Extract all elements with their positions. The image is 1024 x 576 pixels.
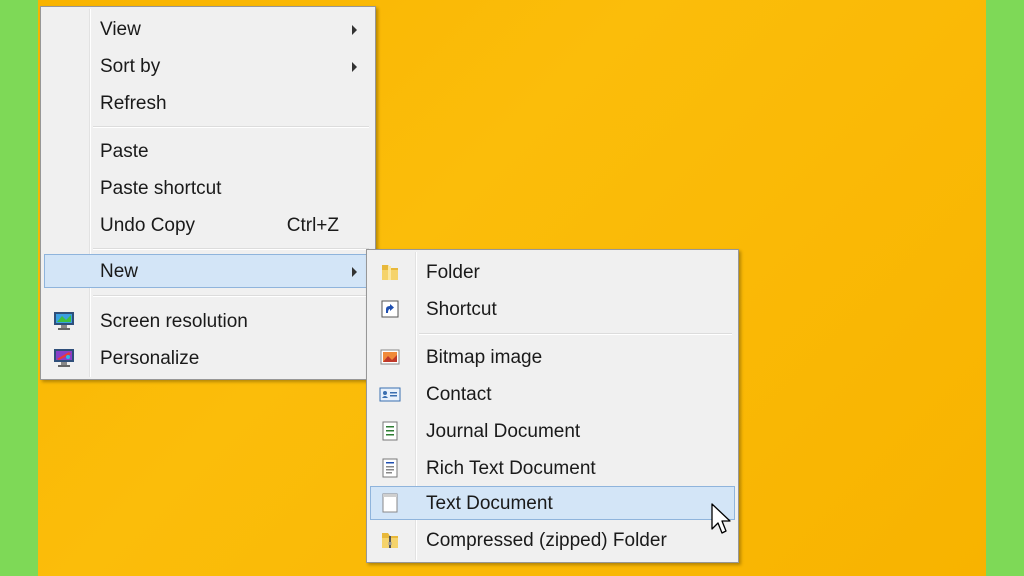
menu-item-label: Personalize: [100, 348, 200, 369]
menu-separator: [93, 248, 369, 250]
menu-item-sort-by[interactable]: Sort by: [44, 49, 372, 83]
mouse-cursor-icon: [711, 503, 731, 534]
menu-item-label: Text Document: [426, 493, 553, 514]
menu-item-label: Shortcut: [426, 299, 497, 320]
submenu-arrow-icon: [352, 62, 357, 72]
personalize-icon: [54, 349, 74, 367]
menu-item-personalize[interactable]: Personalize: [44, 341, 372, 375]
submenu-item-folder[interactable]: Folder: [370, 255, 735, 289]
contact-card-icon: [379, 387, 401, 402]
submenu-arrow-icon: [352, 267, 357, 277]
submenu-item-shortcut[interactable]: Shortcut: [370, 292, 735, 326]
menu-item-label: Contact: [426, 384, 492, 405]
submenu-item-rich-text-document[interactable]: Rich Text Document: [370, 451, 735, 485]
text-document-icon: [382, 493, 398, 513]
menu-separator: [93, 126, 369, 128]
menu-item-shortcut: Ctrl+Z: [286, 215, 339, 236]
menu-item-label: Refresh: [100, 93, 167, 114]
submenu-item-text-document[interactable]: Text Document: [370, 486, 735, 520]
menu-item-paste[interactable]: Paste: [44, 134, 372, 168]
menu-item-label: Screen resolution: [100, 311, 248, 332]
menu-item-undo-copy[interactable]: Undo Copy Ctrl+Z: [44, 208, 372, 242]
menu-separator: [419, 333, 732, 335]
desktop-context-menu: View Sort by Refresh Paste Paste shortcu…: [40, 6, 376, 380]
folder-icon: [382, 265, 398, 280]
journal-icon: [382, 421, 398, 441]
submenu-item-journal-document[interactable]: Journal Document: [370, 414, 735, 448]
menu-item-new[interactable]: New: [44, 254, 372, 288]
bitmap-icon: [380, 349, 400, 365]
rich-text-icon: [382, 458, 398, 478]
menu-item-label: Paste shortcut: [100, 178, 222, 199]
menu-item-screen-resolution[interactable]: Screen resolution: [44, 304, 372, 338]
menu-item-label: New: [100, 261, 139, 282]
shortcut-icon: [381, 300, 399, 318]
menu-separator: [93, 295, 369, 297]
menu-item-view[interactable]: View: [44, 12, 372, 46]
menu-item-label: Bitmap image: [426, 347, 543, 368]
menu-item-paste-shortcut[interactable]: Paste shortcut: [44, 171, 372, 205]
menu-item-label: View: [100, 19, 141, 40]
menu-item-label: Journal Document: [426, 421, 581, 442]
menu-item-label: Compressed (zipped) Folder: [426, 530, 667, 551]
submenu-arrow-icon: [352, 25, 357, 35]
monitor-icon: [54, 312, 74, 330]
menu-item-label: Sort by: [100, 56, 161, 77]
menu-item-refresh[interactable]: Refresh: [44, 86, 372, 120]
submenu-item-compressed-folder[interactable]: Compressed (zipped) Folder: [370, 523, 735, 557]
zip-folder-icon: [382, 533, 398, 548]
new-submenu: Folder Shortcut Bitmap image Contact Jou…: [366, 249, 739, 563]
menu-item-label: Paste: [100, 141, 149, 162]
menu-item-label: Folder: [426, 262, 480, 283]
submenu-item-bitmap-image[interactable]: Bitmap image: [370, 340, 735, 374]
menu-item-label: Undo Copy: [100, 215, 196, 236]
menu-item-label: Rich Text Document: [426, 458, 596, 479]
submenu-item-contact[interactable]: Contact: [370, 377, 735, 411]
